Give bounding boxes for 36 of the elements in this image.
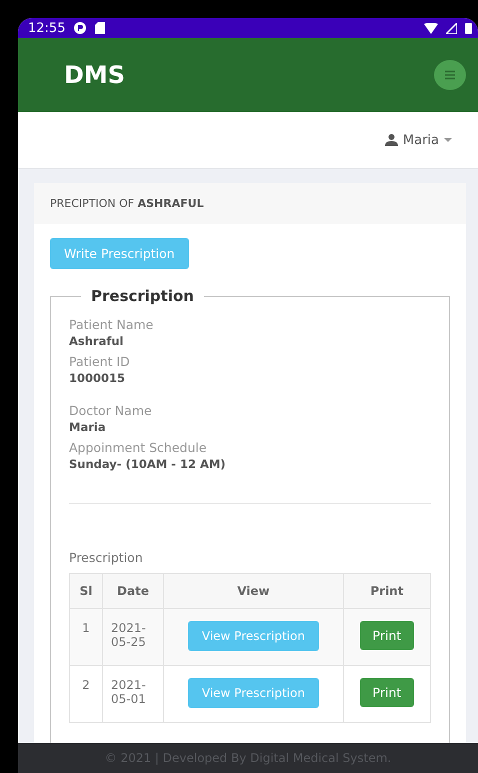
fieldset-legend: Prescription (81, 287, 204, 305)
sd-card-icon (95, 22, 106, 34)
table-cell: 2 (70, 666, 102, 722)
battery-icon (465, 22, 472, 34)
view-prescription-button[interactable]: View Prescription (188, 621, 319, 651)
field-label: Patient Name (69, 317, 154, 332)
column-header: Date (102, 574, 164, 608)
field-label: Patient ID (69, 354, 131, 369)
column-header: View (164, 574, 344, 608)
field-label: Appoinment Schedule (69, 440, 208, 455)
menu-icon (444, 70, 456, 80)
brand-title: DMS (64, 61, 126, 89)
field-value: Sunday- (10AM - 12 AM) (69, 457, 227, 471)
signal-icon (446, 22, 457, 34)
print-button[interactable]: Print (360, 678, 414, 707)
field-value: Ashraful (69, 334, 124, 348)
column-header: Sl (70, 574, 102, 608)
user-menu[interactable]: Maria (378, 132, 458, 148)
status-time: 12:55 (28, 20, 66, 36)
field-label: Doctor Name (69, 403, 153, 418)
field-value: Maria (69, 420, 107, 434)
print-button[interactable]: Print (360, 621, 414, 650)
column-header: Print (343, 574, 430, 608)
table-cell: 2021-05-01 (102, 666, 164, 722)
field-value: 1000015 (69, 371, 126, 385)
user-icon (384, 134, 398, 146)
view-prescription-button[interactable]: View Prescription (188, 678, 319, 708)
card-title: PRECIPTION OF ASHRAFUL (50, 197, 204, 210)
table-cell: 1 (70, 608, 102, 666)
write-prescription-button[interactable]: Write Prescription (50, 238, 189, 269)
caret-icon (444, 138, 452, 142)
app-icon (73, 21, 88, 35)
table-title: Prescription (69, 550, 144, 565)
table-cell: 2021-05-25 (102, 608, 164, 666)
menu-button[interactable] (434, 60, 466, 90)
wifi-icon (424, 22, 438, 34)
